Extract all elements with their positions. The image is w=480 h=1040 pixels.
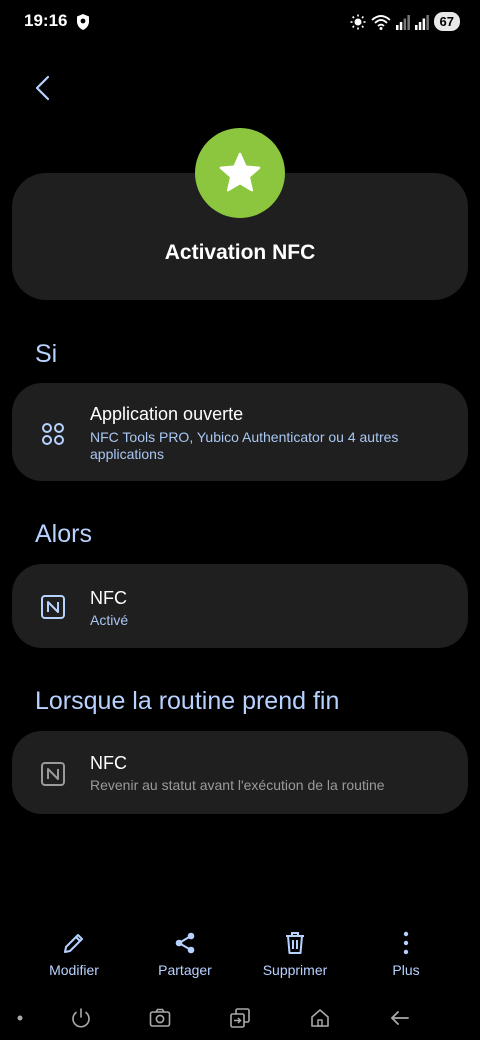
section-end-title: Lorsque la routine prend fin <box>35 687 340 715</box>
shield-icon <box>77 14 89 30</box>
more-label: Plus <box>392 962 420 978</box>
if-condition-title: Application ouverte <box>90 404 244 424</box>
if-condition-card[interactable]: Application ouverte NFC Tools PRO, Yubic… <box>12 383 468 481</box>
battery-indicator: 67 <box>433 12 460 31</box>
delete-button[interactable]: Supprimer <box>245 926 345 978</box>
delete-label: Supprimer <box>262 962 328 978</box>
apps-grid-icon <box>42 423 64 445</box>
home-icon[interactable] <box>308 1006 332 1030</box>
edit-label: Modifier <box>49 962 99 978</box>
camera-icon[interactable] <box>148 1006 172 1030</box>
share-icon <box>175 932 195 954</box>
status-time: 19:16 <box>24 11 68 30</box>
routine-icon-badge[interactable] <box>195 128 285 218</box>
end-action-subtitle: Revenir au statut avant l'exécution de l… <box>90 777 385 793</box>
trash-icon <box>286 932 304 954</box>
chevron-left-icon[interactable] <box>28 72 60 104</box>
if-condition-subtitle: NFC Tools PRO, Yubico Authenticator ou 4… <box>90 429 399 462</box>
status-icons: 67 <box>350 12 460 31</box>
share-button[interactable]: Partager <box>135 926 235 978</box>
section-if-title: Si <box>35 340 58 368</box>
bottom-action-bar: Modifier Partager Supprimer Plus <box>0 926 480 986</box>
then-action-subtitle: Activé <box>90 612 129 628</box>
back-arrow-icon[interactable] <box>388 1006 412 1030</box>
then-action-card[interactable]: NFC Activé <box>12 564 468 648</box>
status-bar: 19:16 67 <box>0 0 480 44</box>
end-action-title: NFC <box>90 753 127 773</box>
more-vertical-icon <box>403 931 409 955</box>
nfc-icon <box>41 762 65 786</box>
signal-icon <box>414 14 429 30</box>
section-then-title: Alors <box>35 520 92 548</box>
pencil-icon <box>64 934 83 953</box>
then-action-title: NFC <box>90 588 127 608</box>
star-icon <box>219 152 261 192</box>
dot-icon <box>17 1015 23 1021</box>
system-nav-bar <box>0 998 480 1040</box>
brightness-icon <box>350 14 366 29</box>
signal-icon <box>395 14 410 30</box>
end-action-card[interactable]: NFC Revenir au statut avant l'exécution … <box>12 731 468 814</box>
share-label: Partager <box>158 962 212 978</box>
screen-mirror-icon[interactable] <box>228 1006 252 1030</box>
wifi-icon <box>370 14 391 30</box>
routine-title: Activation NFC <box>164 241 316 264</box>
edit-button[interactable]: Modifier <box>24 926 124 978</box>
power-icon[interactable] <box>69 1006 93 1030</box>
nfc-icon <box>41 595 65 619</box>
more-button[interactable]: Plus <box>356 926 456 978</box>
